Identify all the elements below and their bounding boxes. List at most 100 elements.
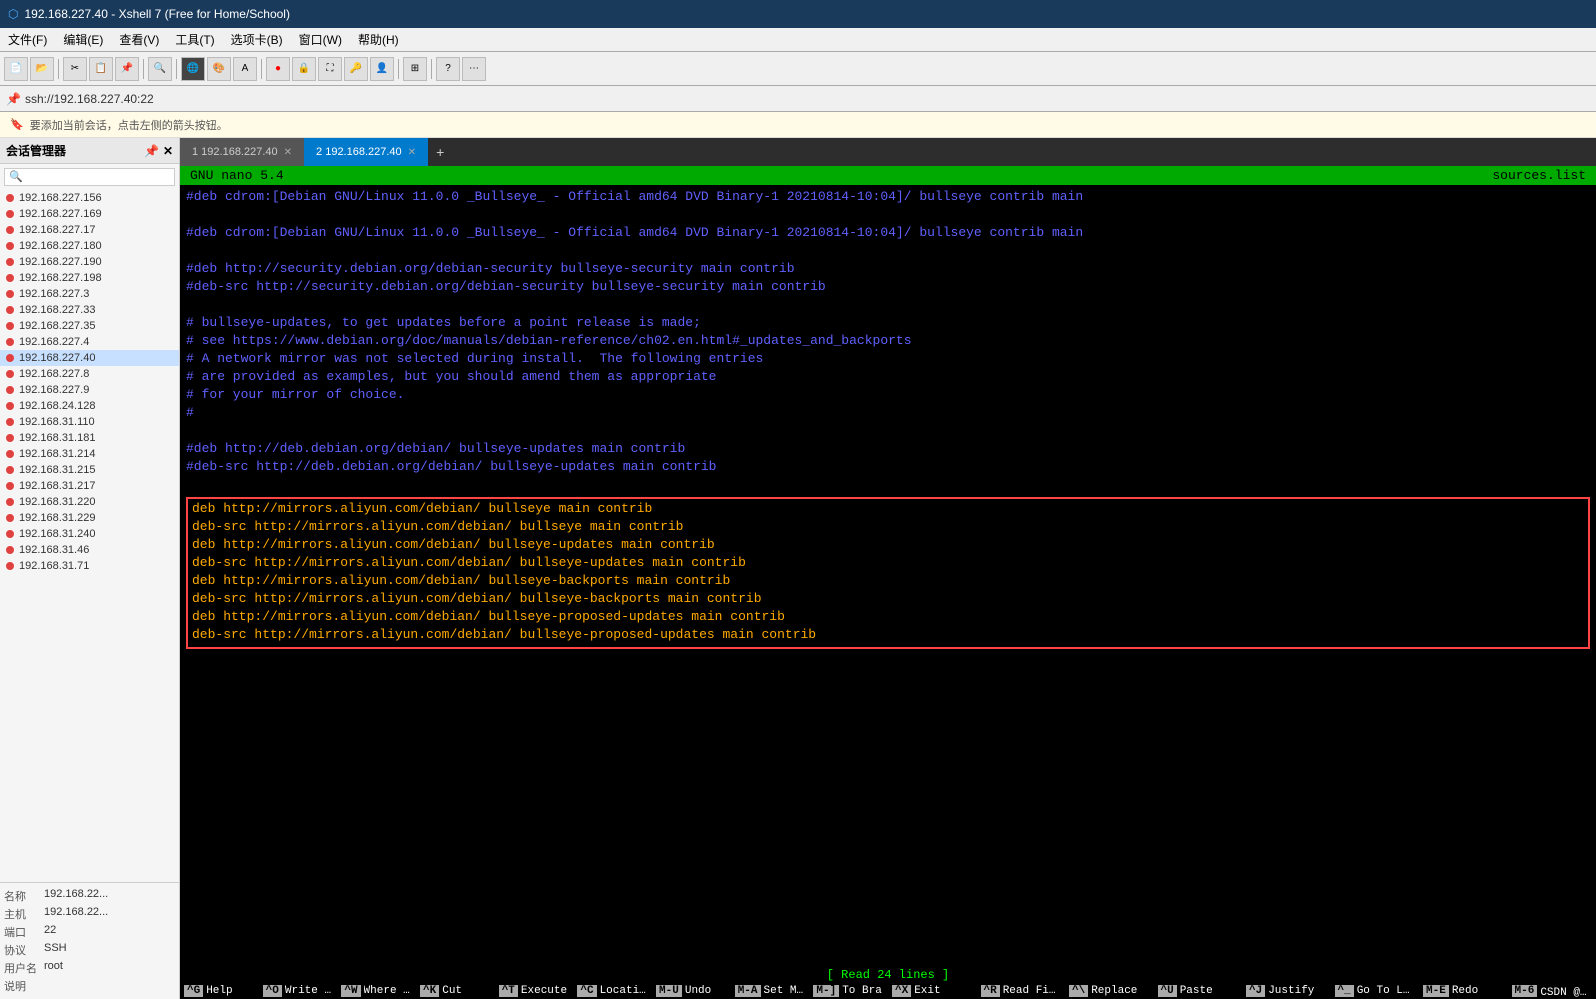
shortcut-meta-6[interactable]: M-6CSDN @下雨的太阳W [1508,983,1596,999]
connection-dot [6,338,14,346]
connect-btn[interactable]: 🌐 [181,57,205,81]
extra-btn[interactable]: ⋯ [462,57,486,81]
shortcut-ctrl-G[interactable]: ^GHelp [180,983,259,999]
menu-item-窗口(W)[interactable]: 窗口(W) [291,29,350,50]
sidebar-item-label: 192.168.227.8 [19,368,89,380]
shield-btn[interactable]: 🔒 [292,57,316,81]
cut-btn[interactable]: ✂ [63,57,87,81]
shortcut-ctrl-U[interactable]: ^UPaste [1154,983,1243,999]
nano-content[interactable]: #deb cdrom:[Debian GNU/Linux 11.0.0 _Bul… [180,185,1596,967]
shortcut-key: M-6 [1512,985,1538,997]
new-btn[interactable]: 📄 [4,57,28,81]
shortcut-ctrl-T[interactable]: ^TExecute [495,983,574,999]
connection-dot [6,434,14,442]
sidebar-item-192.168.227.180[interactable]: 192.168.227.180 [0,238,179,254]
sidebar-item-192.168.227.35[interactable]: 192.168.227.35 [0,318,179,334]
nano-line [186,477,1590,495]
shortcut-meta-A[interactable]: M-ASet Mark [731,983,810,999]
fullscreen-btn[interactable]: ⛶ [318,57,342,81]
sidebar-item-192.168.227.9[interactable]: 192.168.227.9 [0,382,179,398]
sidebar-item-192.168.227.198[interactable]: 192.168.227.198 [0,270,179,286]
rec-btn[interactable]: ● [266,57,290,81]
shortcut-ctrl-W[interactable]: ^WWhere Is [337,983,416,999]
add-tab-button[interactable]: + [428,140,452,164]
terminal[interactable]: GNU nano 5.4 sources.list #deb cdrom:[De… [180,166,1596,999]
connection-dot [6,514,14,522]
copy-btn[interactable]: 📋 [89,57,113,81]
tab-2[interactable]: 2 192.168.227.40✕ [304,138,428,166]
menu-item-编辑(E)[interactable]: 编辑(E) [55,29,111,50]
tab-1[interactable]: 1 192.168.227.40✕ [180,138,304,166]
menu-item-工具(T)[interactable]: 工具(T) [167,29,222,50]
sidebar-search-input[interactable] [4,168,175,186]
sidebar-item-192.168.227.8[interactable]: 192.168.227.8 [0,366,179,382]
sidebar-item-192.168.31.46[interactable]: 192.168.31.46 [0,542,179,558]
sidebar-close-icon[interactable]: ✕ [163,144,173,158]
shortcut-ctrl-_[interactable]: ^_Go To Line [1331,983,1420,999]
sidebar-item-192.168.31.214[interactable]: 192.168.31.214 [0,446,179,462]
shortcut-meta-E[interactable]: M-ERedo [1419,983,1508,999]
sidebar-item-192.168.227.3[interactable]: 192.168.227.3 [0,286,179,302]
info-value: SSH [44,942,67,958]
split-btn[interactable]: ⊞ [403,57,427,81]
nano-line: #deb-src http://deb.debian.org/debian/ b… [186,459,1590,477]
sidebar-title: 会话管理器 [6,142,66,159]
sidebar-item-192.168.227.190[interactable]: 192.168.227.190 [0,254,179,270]
shortcut-ctrl-\[interactable]: ^\Replace [1065,983,1154,999]
sidebar-item-192.168.31.240[interactable]: 192.168.31.240 [0,526,179,542]
tab-close-icon[interactable]: ✕ [408,147,416,158]
sidebar-item-192.168.227.33[interactable]: 192.168.227.33 [0,302,179,318]
shortcut-ctrl-K[interactable]: ^KCut [416,983,495,999]
sidebar-item-192.168.31.181[interactable]: 192.168.31.181 [0,430,179,446]
nano-shortcuts: ^GHelp^OWrite Out^WWhere Is^KCut^TExecut… [180,983,1596,999]
menu-item-帮助(H)[interactable]: 帮助(H) [350,29,407,50]
sidebar-item-label: 192.168.227.40 [19,352,95,364]
sidebar-item-192.168.31.217[interactable]: 192.168.31.217 [0,478,179,494]
font-btn[interactable]: A [233,57,257,81]
sidebar-item-192.168.227.156[interactable]: 192.168.227.156 [0,190,179,206]
sidebar-item-192.168.31.220[interactable]: 192.168.31.220 [0,494,179,510]
menu-item-查看(V)[interactable]: 查看(V) [111,29,167,50]
connection-dot [6,370,14,378]
help-btn[interactable]: ? [436,57,460,81]
connection-dot [6,306,14,314]
person-btn[interactable]: 👤 [370,57,394,81]
toolbar: 📄 📂 ✂ 📋 📌 🔍 🌐 🎨 A ● 🔒 ⛶ 🔑 👤 ⊞ ? ⋯ [0,52,1596,86]
shortcut-key: ^\ [1069,985,1088,997]
shortcut-ctrl-J[interactable]: ^JJustify [1242,983,1331,999]
connection-dot [6,402,14,410]
sidebar-item-192.168.31.215[interactable]: 192.168.31.215 [0,462,179,478]
sidebar-item-192.168.227.40[interactable]: 192.168.227.40 [0,350,179,366]
sidebar-item-192.168.31.71[interactable]: 192.168.31.71 [0,558,179,574]
menu-item-选项卡(B)[interactable]: 选项卡(B) [223,29,291,50]
shortcut-label: Write Out [285,985,333,997]
color-btn[interactable]: 🎨 [207,57,231,81]
shortcut-meta-U[interactable]: M-UUndo [652,983,731,999]
menu-bar: 文件(F)编辑(E)查看(V)工具(T)选项卡(B)窗口(W)帮助(H) [0,28,1596,52]
shortcut-ctrl-O[interactable]: ^OWrite Out [259,983,338,999]
sidebar-item-192.168.24.128[interactable]: 192.168.24.128 [0,398,179,414]
highlighted-nano-line: deb http://mirrors.aliyun.com/debian/ bu… [192,573,1584,591]
main-layout: 会话管理器 📌 ✕ 192.168.227.156192.168.227.169… [0,138,1596,999]
shortcut-meta-][interactable]: M-]To Bra [809,983,888,999]
shortcut-ctrl-R[interactable]: ^RRead File [977,983,1066,999]
sidebar-item-192.168.31.110[interactable]: 192.168.31.110 [0,414,179,430]
connection-dot [6,258,14,266]
tab-close-icon[interactable]: ✕ [284,147,292,158]
sidebar-item-192.168.227.17[interactable]: 192.168.227.17 [0,222,179,238]
sidebar-pin-icon[interactable]: 📌 [144,144,159,158]
sidebar-item-192.168.227.4[interactable]: 192.168.227.4 [0,334,179,350]
sidebar-search-area [0,164,179,190]
shortcut-ctrl-X[interactable]: ^XExit [888,983,977,999]
open-btn[interactable]: 📂 [30,57,54,81]
menu-item-文件(F)[interactable]: 文件(F) [0,29,55,50]
key-btn[interactable]: 🔑 [344,57,368,81]
paste-btn[interactable]: 📌 [115,57,139,81]
highlighted-nano-line: deb-src http://mirrors.aliyun.com/debian… [192,555,1584,573]
info-row-协议: 协议SSH [4,941,175,959]
info-label: 协议 [4,942,44,958]
search-btn[interactable]: 🔍 [148,57,172,81]
sidebar-item-192.168.227.169[interactable]: 192.168.227.169 [0,206,179,222]
sidebar-item-192.168.31.229[interactable]: 192.168.31.229 [0,510,179,526]
shortcut-ctrl-C[interactable]: ^CLocation [573,983,652,999]
